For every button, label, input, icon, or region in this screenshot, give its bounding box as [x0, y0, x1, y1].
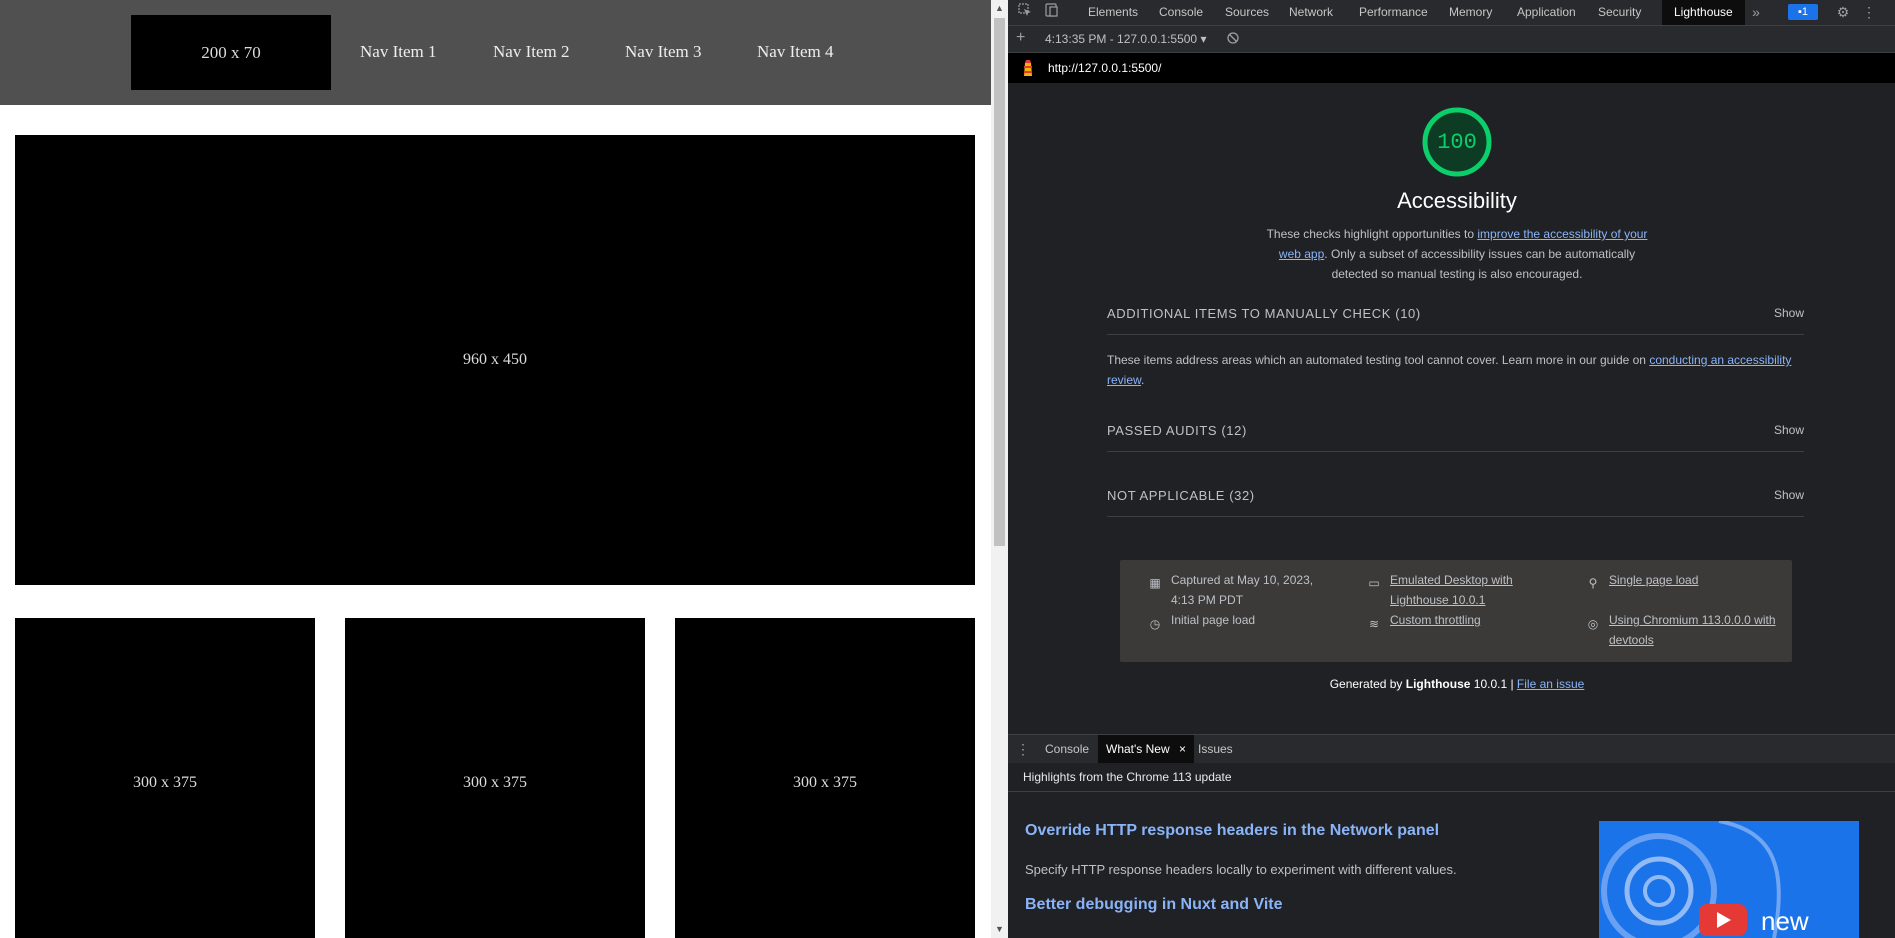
- dropdown-arrow-icon: ▾: [1200, 32, 1207, 46]
- drawer-tab-whats-new[interactable]: What's New ×: [1098, 735, 1194, 763]
- score-gauge[interactable]: 100: [1421, 106, 1493, 178]
- whats-new-subtitle: Highlights from the Chrome 113 update: [1023, 770, 1232, 784]
- feature-description: Specify HTTP response headers locally to…: [1025, 862, 1457, 877]
- manual-checks-section[interactable]: ADDITIONAL ITEMS TO MANUALLY CHECK (10) …: [1107, 294, 1804, 335]
- chrome-icon: ◎: [1587, 617, 1599, 631]
- footer-text: Generated by: [1329, 677, 1406, 691]
- scroll-down-icon[interactable]: ▼: [991, 921, 1008, 938]
- whats-new-video-thumbnail[interactable]: new: [1599, 821, 1859, 938]
- manual-desc-text: These items address areas which an autom…: [1107, 353, 1650, 367]
- tab-lighthouse[interactable]: Lighthouse: [1662, 0, 1745, 25]
- emulated-desktop[interactable]: Emulated Desktop with Lighthouse 10.0.1: [1390, 570, 1540, 610]
- score-value: 100: [1437, 130, 1477, 155]
- tab-memory[interactable]: Memory: [1449, 0, 1492, 25]
- kebab-menu-icon[interactable]: ⋮: [1860, 0, 1878, 25]
- drawer-tab-console[interactable]: Console: [1045, 735, 1089, 763]
- lighthouse-logo-icon: [1020, 59, 1036, 80]
- whats-new-content: Override HTTP response headers in the Ne…: [1008, 792, 1895, 938]
- lighthouse-report: 100 Accessibility These checks highlight…: [1008, 84, 1895, 734]
- passed-audits-section[interactable]: PASSED AUDITS (12) Show: [1107, 411, 1804, 452]
- show-toggle[interactable]: Show: [1774, 306, 1804, 320]
- site-logo-placeholder[interactable]: 200 x 70: [131, 15, 331, 90]
- tab-application[interactable]: Application: [1517, 0, 1576, 25]
- custom-throttling[interactable]: Custom throttling: [1390, 610, 1481, 630]
- file-issue-link[interactable]: File an issue: [1517, 677, 1584, 691]
- device-toolbar-icon[interactable]: [1042, 0, 1060, 25]
- devtools-panel: Elements Console Sources Network Perform…: [1008, 0, 1895, 938]
- clear-reports-icon[interactable]: [1226, 31, 1240, 48]
- whats-new-label: What's New: [1106, 742, 1170, 756]
- nav-item-2[interactable]: Nav Item 2: [493, 42, 569, 62]
- initial-page-load: Initial page load: [1171, 613, 1256, 627]
- lighthouse-toolbar: + 4:13:35 PM - 127.0.0.1:5500 ▾: [1008, 26, 1895, 53]
- hero-image-placeholder: 960 x 450: [15, 135, 975, 585]
- issues-badge[interactable]: ▪1: [1788, 4, 1818, 20]
- show-toggle[interactable]: Show: [1774, 423, 1804, 437]
- tab-performance[interactable]: Performance: [1359, 0, 1428, 25]
- footer-version: 10.0.1 |: [1470, 677, 1517, 691]
- card-image-1: 300 x 375: [15, 618, 315, 938]
- drawer-tabbar: ⋮ Console What's New × Issues: [1008, 734, 1895, 764]
- whats-new-header: Highlights from the Chrome 113 update: [1008, 763, 1895, 792]
- card-image-2: 300 x 375: [345, 618, 645, 938]
- nav-item-3[interactable]: Nav Item 3: [625, 42, 701, 62]
- nav-item-4[interactable]: Nav Item 4: [757, 42, 833, 62]
- category-title: Accessibility: [1397, 188, 1517, 213]
- issues-count: 1: [1801, 6, 1809, 18]
- run-metadata: ▦ Captured at May 10, 2023, 4:13 PM PDT …: [1120, 560, 1792, 662]
- new-report-icon[interactable]: +: [1016, 29, 1025, 47]
- report-url-bar: http://127.0.0.1:5500/: [1008, 53, 1895, 83]
- description-text: These checks highlight opportunities to: [1266, 227, 1478, 241]
- section-title: ADDITIONAL ITEMS TO MANUALLY CHECK (10): [1107, 306, 1421, 321]
- not-applicable-section[interactable]: NOT APPLICABLE (32) Show: [1107, 476, 1804, 517]
- show-toggle[interactable]: Show: [1774, 488, 1804, 502]
- tab-sources[interactable]: Sources: [1225, 0, 1269, 25]
- tab-network[interactable]: Network: [1289, 0, 1333, 25]
- feature-link-nuxt-vite[interactable]: Better debugging in Nuxt and Vite: [1025, 896, 1283, 914]
- page-viewport: 200 x 70 Nav Item 1 Nav Item 2 Nav Item …: [0, 0, 991, 938]
- drawer-menu-icon[interactable]: ⋮: [1016, 735, 1030, 763]
- devtools-tabbar: Elements Console Sources Network Perform…: [1008, 0, 1895, 26]
- single-page-load[interactable]: Single page load: [1609, 570, 1698, 590]
- manual-checks-description: These items address areas which an autom…: [1107, 350, 1804, 390]
- wifi-icon: ≋: [1368, 617, 1380, 631]
- inspect-element-icon[interactable]: [1016, 0, 1034, 25]
- tab-elements[interactable]: Elements: [1088, 0, 1138, 25]
- feature-link-override-headers[interactable]: Override HTTP response headers in the Ne…: [1025, 822, 1439, 840]
- video-new-label: new: [1761, 906, 1809, 936]
- close-icon[interactable]: ×: [1179, 742, 1186, 756]
- settings-gear-icon[interactable]: ⚙: [1834, 0, 1852, 25]
- report-select-value: 4:13:35 PM - 127.0.0.1:5500: [1045, 32, 1198, 46]
- section-title: NOT APPLICABLE (32): [1107, 488, 1255, 503]
- tab-console[interactable]: Console: [1159, 0, 1203, 25]
- report-select[interactable]: 4:13:35 PM - 127.0.0.1:5500 ▾: [1045, 32, 1206, 46]
- manual-desc-end: .: [1141, 373, 1145, 387]
- section-title: PASSED AUDITS (12): [1107, 423, 1247, 438]
- page-scrollbar[interactable]: ▲ ▼: [991, 0, 1008, 938]
- report-footer: Generated by Lighthouse 10.0.1 | File an…: [1207, 677, 1707, 691]
- timer-icon: ◷: [1149, 617, 1161, 631]
- desktop-icon: ▭: [1368, 576, 1380, 590]
- drawer-tab-issues[interactable]: Issues: [1198, 735, 1233, 763]
- category-description: These checks highlight opportunities to …: [1257, 224, 1657, 284]
- captured-at: Captured at May 10, 2023, 4:13 PM PDT: [1171, 573, 1314, 607]
- nav-item-1[interactable]: Nav Item 1: [360, 42, 436, 62]
- scrollbar-thumb[interactable]: [994, 18, 1005, 546]
- description-text-end: . Only a subset of accessibility issues …: [1324, 247, 1636, 281]
- tab-security[interactable]: Security: [1598, 0, 1641, 25]
- card-image-3: 300 x 375: [675, 618, 975, 938]
- scroll-up-icon[interactable]: ▲: [991, 0, 1008, 17]
- more-tabs-icon[interactable]: »: [1748, 0, 1764, 25]
- calendar-icon: ▦: [1149, 576, 1161, 590]
- site-header: 200 x 70 Nav Item 1 Nav Item 2 Nav Item …: [0, 0, 991, 105]
- footer-brand: Lighthouse: [1405, 677, 1471, 691]
- report-url[interactable]: http://127.0.0.1:5500/: [1048, 61, 1161, 75]
- chromium-version[interactable]: Using Chromium 113.0.0.0 with devtools: [1609, 610, 1779, 650]
- single-load-icon: ⚲: [1588, 576, 1598, 590]
